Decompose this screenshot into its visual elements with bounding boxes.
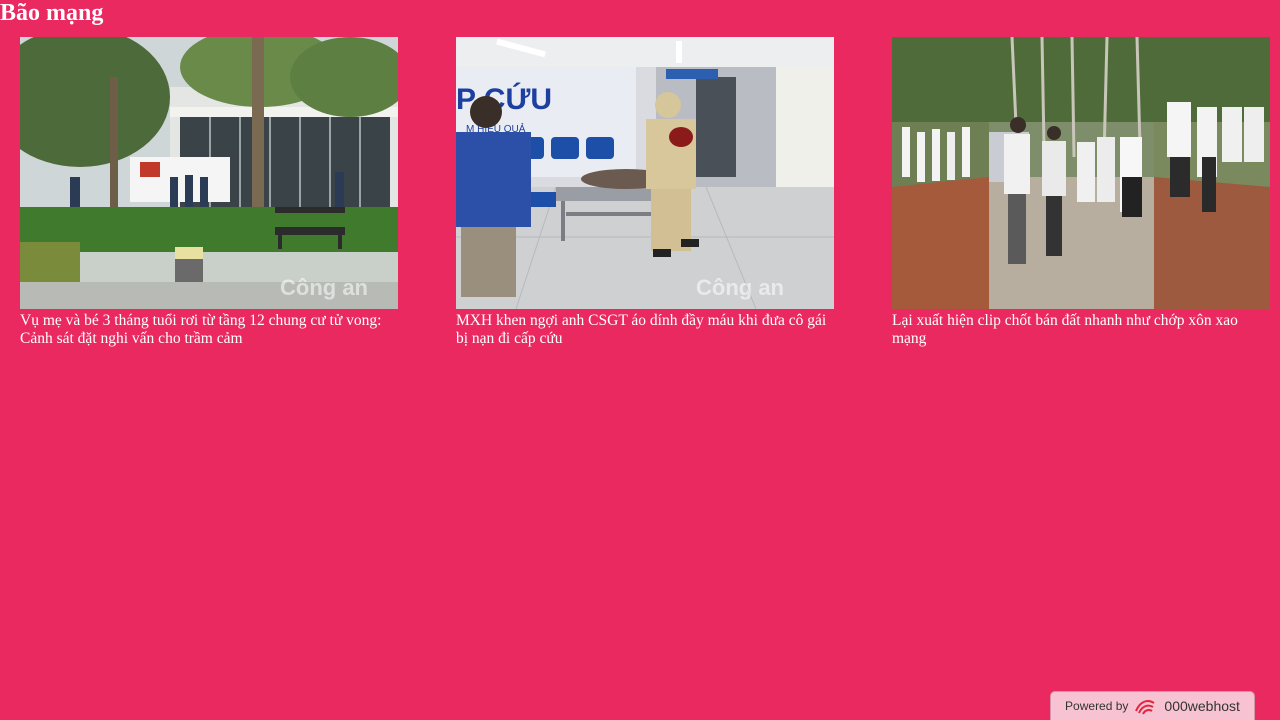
article-caption[interactable]: MXH khen ngợi anh CSGT áo dính đầy máu k… [456, 312, 834, 348]
powered-by-badge[interactable]: Powered by 000webhost [1050, 691, 1255, 720]
article-thumbnail[interactable]: P CỨU M HIỆU QUẢ Công an [456, 37, 834, 309]
watermark-text: Công an [696, 275, 784, 300]
article-thumbnail[interactable]: Công an [20, 37, 398, 309]
brand-name: 000webhost [1164, 698, 1240, 714]
webhost-logo-icon [1134, 697, 1158, 715]
article-caption[interactable]: Lại xuất hiện clip chốt bán đất nhanh nh… [892, 312, 1270, 348]
article-card[interactable]: Công an Vụ mẹ và bé 3 tháng tuổi rơi từ … [20, 37, 398, 348]
article-thumbnail[interactable] [892, 37, 1270, 309]
article-caption[interactable]: Vụ mẹ và bé 3 tháng tuổi rơi từ tầng 12 … [20, 312, 398, 348]
article-card[interactable]: Lại xuất hiện clip chốt bán đất nhanh nh… [892, 37, 1270, 348]
page-title: Bão mạng [0, 0, 104, 26]
article-card[interactable]: P CỨU M HIỆU QUẢ Công an MXH khen ngợi a… [456, 37, 834, 348]
watermark-text: Công an [280, 275, 368, 300]
powered-by-label: Powered by [1065, 699, 1129, 713]
